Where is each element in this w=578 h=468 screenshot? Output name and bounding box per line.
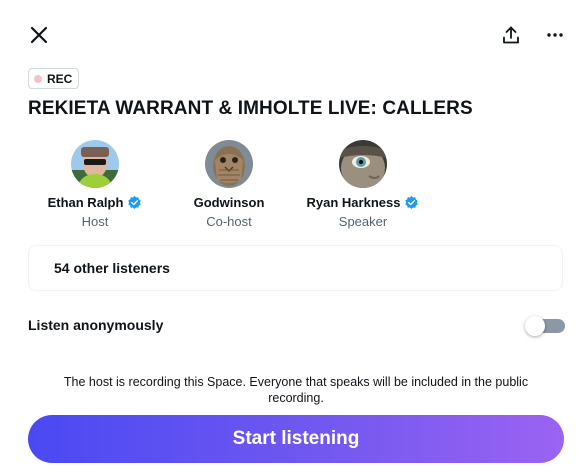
share-icon xyxy=(503,26,519,44)
toggle-knob xyxy=(525,316,545,336)
listen-anonymously-toggle[interactable] xyxy=(525,316,565,336)
more-horizontal-icon xyxy=(547,33,563,37)
verified-badge-icon xyxy=(405,196,419,209)
avatar[interactable] xyxy=(71,140,119,188)
close-icon xyxy=(30,26,48,44)
close-button[interactable] xyxy=(22,18,56,52)
avatar[interactable] xyxy=(205,140,253,188)
participant-name: Godwinson xyxy=(193,195,265,210)
top-bar xyxy=(0,0,578,70)
start-listening-button[interactable]: Start listening xyxy=(28,415,564,463)
recording-badge-label: REC xyxy=(47,71,73,86)
more-button[interactable] xyxy=(538,18,572,52)
recording-notice: The host is recording this Space. Everyo… xyxy=(63,375,529,405)
listen-anonymously-row: Listen anonymously xyxy=(28,316,565,336)
space-title: REKIETA WARRANT & IMHOLTE LIVE: CALLERS xyxy=(28,98,473,119)
participant-name: Ethan Ralph xyxy=(47,195,124,210)
recording-dot xyxy=(34,74,42,83)
listeners-label: 54 other listeners xyxy=(54,260,170,276)
listen-anonymously-label: Listen anonymously xyxy=(28,317,164,333)
avatar[interactable] xyxy=(339,140,387,188)
participant-name: Ryan Harkness xyxy=(306,195,401,210)
participant-role: Speaker xyxy=(338,214,388,229)
listeners-count[interactable]: 54 other listeners xyxy=(28,245,563,291)
verified-badge-icon xyxy=(128,196,142,209)
participant-speaker[interactable]: Ryan Harkness Speaker xyxy=(283,140,443,229)
participant-name-row: Ryan Harkness xyxy=(283,194,443,211)
recording-badge: REC xyxy=(28,68,80,89)
share-button[interactable] xyxy=(494,18,528,52)
